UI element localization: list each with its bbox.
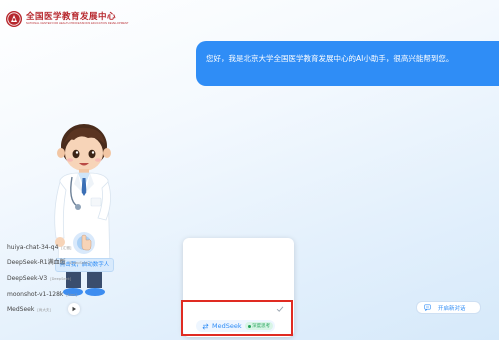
model-option-tag: [DeepSeek] — [68, 261, 90, 265]
model-option-name: DeepSeek-V3 — [7, 275, 48, 282]
model-option-moonshot[interactable]: moonshot-v1-128k [kimi] — [7, 289, 77, 301]
model-option-name: MedSeek — [7, 306, 35, 313]
play-icon — [72, 306, 76, 312]
assistant-greeting-bubble: 您好，我是北京大学全国医学教育发展中心的AI小助手，很高兴能帮到您。 — [196, 41, 499, 86]
model-option-medseek[interactable]: MedSeek [尚大夫] — [7, 304, 51, 316]
model-option-tag: [kimi] — [66, 293, 77, 297]
org-name: 全国医学教育发展中心 — [26, 12, 117, 22]
greeting-text: 您好，我是北京大学全国医学教育发展中心的AI小助手，很高兴能帮到您。 — [206, 54, 454, 63]
model-option-tag: [DeepSeek] — [50, 277, 72, 281]
chat-bubble-icon — [424, 304, 431, 311]
new-chat-label: 开启新对话 — [438, 305, 466, 312]
model-option-name: huiya-chat-34-q4 — [7, 244, 59, 251]
emblem-icon — [6, 11, 22, 27]
model-option-tag: [尚大夫] — [37, 308, 51, 312]
model-option-deepseek-v3[interactable]: DeepSeek-V3 [DeepSeek] — [7, 273, 71, 285]
model-option-deepseek-r1[interactable]: DeepSeek-R1满血版 [DeepSeek] — [7, 257, 90, 269]
model-option-name: DeepSeek-R1满血版 — [7, 259, 66, 266]
highlight-box — [181, 300, 293, 336]
org-logo: 全国医学教育发展中心 NATIONAL CENTER FOR HEALTH PR… — [6, 11, 129, 27]
play-button[interactable] — [68, 303, 80, 315]
org-subtitle: NATIONAL CENTER FOR HEALTH PROFESSIONS E… — [26, 22, 129, 25]
model-option-name: moonshot-v1-128k — [7, 291, 64, 298]
model-option-huiya[interactable]: huiya-chat-34-q4 [汇雅] — [7, 242, 71, 254]
model-option-tag: [汇雅] — [61, 246, 72, 250]
new-chat-button[interactable]: 开启新对话 — [416, 301, 481, 314]
